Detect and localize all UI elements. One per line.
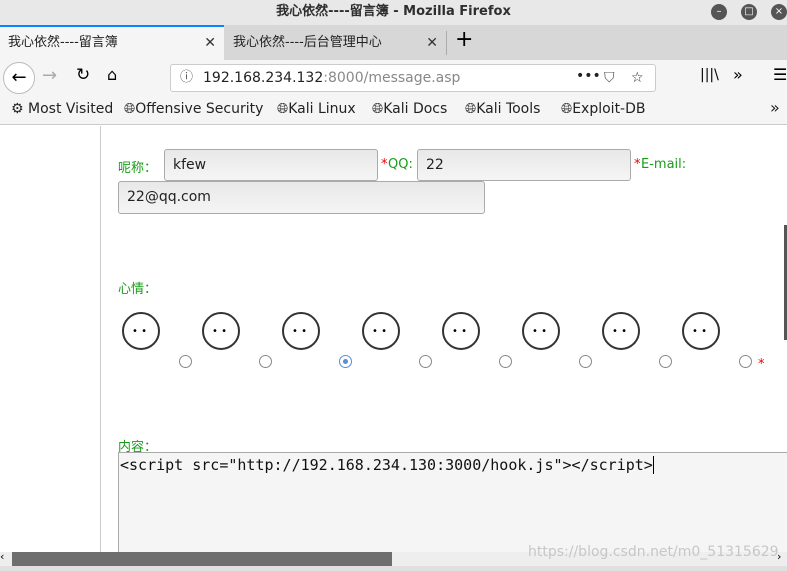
tab-label: 我心依然----后台管理中心 bbox=[233, 35, 382, 50]
mood-emoticon-icon: • • bbox=[522, 312, 560, 350]
reload-button[interactable]: ↻ bbox=[76, 65, 90, 85]
bookmarks-overflow-icon[interactable]: » bbox=[770, 98, 780, 117]
library-icon[interactable]: |||\ bbox=[700, 67, 719, 83]
globe-icon: 🌐︎ bbox=[372, 101, 384, 117]
close-tab-icon[interactable]: ✕ bbox=[204, 27, 216, 59]
content-text: <script src="http://192.168.234.130:3000… bbox=[120, 456, 653, 474]
mood-radio[interactable] bbox=[659, 355, 672, 368]
mood-radio[interactable] bbox=[579, 355, 592, 368]
email-input[interactable]: 22@qq.com bbox=[118, 181, 485, 214]
mood-emoticon-icon: • • bbox=[122, 312, 160, 350]
mood-radio[interactable] bbox=[339, 355, 352, 368]
url-path: :8000/message.asp bbox=[323, 70, 461, 86]
page-divider bbox=[100, 126, 101, 556]
mood-emoticon-icon: • • bbox=[202, 312, 240, 350]
bookmark-kali-docs[interactable]: 🌐︎Kali Docs bbox=[372, 101, 447, 117]
page-actions-icon[interactable]: ••• bbox=[576, 63, 601, 89]
url-host: 192.168.234.132 bbox=[203, 70, 324, 86]
required-mark: * bbox=[758, 357, 765, 372]
globe-icon: 🌐︎ bbox=[277, 101, 289, 117]
mood-emoticon-icon: • • bbox=[362, 312, 400, 350]
bookmark-kali-linux[interactable]: 🌐︎Kali Linux bbox=[277, 101, 356, 117]
overflow-icon[interactable]: » bbox=[733, 65, 743, 84]
watermark: https://blog.csdn.net/m0_51315629 bbox=[528, 544, 779, 560]
globe-icon: 🌐︎ bbox=[561, 101, 573, 117]
info-icon[interactable]: ⓘ bbox=[180, 65, 193, 91]
email-label: E-mail: bbox=[641, 157, 687, 172]
bookmark-offensive-security[interactable]: 🌐︎Offensive Security bbox=[124, 101, 263, 117]
mood-emoticon-icon: • • bbox=[602, 312, 640, 350]
text-cursor bbox=[652, 456, 663, 474]
bookmark-kali-tools[interactable]: 🌐︎Kali Tools bbox=[465, 101, 540, 117]
scroll-left-icon[interactable]: ‹ bbox=[0, 550, 4, 563]
mood-label: 心情： bbox=[118, 282, 158, 297]
forward-button[interactable]: → bbox=[42, 65, 57, 86]
bookmark-most-visited[interactable]: ⚙ Most Visited bbox=[11, 101, 113, 117]
bookmark-label: Kali Docs bbox=[383, 101, 448, 117]
required-mark: * bbox=[381, 157, 388, 172]
minimize-button[interactable]: – bbox=[711, 4, 727, 20]
bookmark-label: Most Visited bbox=[28, 101, 114, 117]
back-button[interactable]: ← bbox=[3, 62, 35, 94]
home-button[interactable]: ⌂ bbox=[107, 65, 117, 84]
required-mark: * bbox=[634, 157, 641, 172]
qq-input[interactable]: 22 bbox=[417, 149, 631, 181]
mood-radio[interactable] bbox=[739, 355, 752, 368]
tab-bar: 我心依然----留言簿 ✕ 我心依然----后台管理中心 ✕ + bbox=[0, 25, 787, 60]
url-bar[interactable]: ⓘ 192.168.234.132:8000/message.asp ••• ⛉… bbox=[170, 64, 656, 92]
globe-icon: 🌐︎ bbox=[465, 101, 477, 117]
tab-label: 我心依然----留言簿 bbox=[8, 35, 118, 50]
nickname-input[interactable]: kfew bbox=[164, 149, 378, 181]
pocket-icon[interactable]: ⛉ bbox=[604, 65, 615, 91]
mood-radio[interactable] bbox=[419, 355, 432, 368]
mood-radio[interactable] bbox=[259, 355, 272, 368]
window-title: 我心依然----留言簿 - Mozilla Firefox bbox=[276, 4, 511, 19]
horizontal-scroll-thumb[interactable] bbox=[12, 552, 392, 566]
window-titlebar: 我心依然----留言簿 - Mozilla Firefox bbox=[0, 0, 787, 25]
nav-bar: ← → ↻ ⌂ ⓘ 192.168.234.132:8000/message.a… bbox=[0, 60, 787, 95]
mood-radio[interactable] bbox=[499, 355, 512, 368]
close-window-button[interactable]: × bbox=[771, 4, 787, 20]
mood-emoticon-icon: • • bbox=[282, 312, 320, 350]
bookmark-star-icon[interactable]: ☆ bbox=[631, 65, 644, 91]
bookmark-label: Offensive Security bbox=[135, 101, 264, 117]
gear-icon: ⚙ bbox=[11, 101, 24, 117]
bookmark-label: Kali Tools bbox=[476, 101, 541, 117]
close-tab-icon[interactable]: ✕ bbox=[426, 31, 438, 55]
bookmark-label: Kali Linux bbox=[288, 101, 356, 117]
tab-guestbook[interactable]: 我心依然----留言簿 ✕ bbox=[0, 25, 224, 60]
mood-radio[interactable] bbox=[179, 355, 192, 368]
mood-emoticon-icon: • • bbox=[442, 312, 480, 350]
bookmark-exploit-db[interactable]: 🌐︎Exploit-DB bbox=[561, 101, 646, 117]
nickname-label: 呢称： bbox=[118, 161, 158, 176]
globe-icon: 🌐︎ bbox=[124, 101, 136, 117]
new-tab-button[interactable]: + bbox=[455, 27, 473, 52]
status-strip bbox=[0, 566, 787, 571]
mood-emoticon-icon: • • bbox=[682, 312, 720, 350]
qq-label: QQ: bbox=[388, 157, 413, 172]
menu-icon[interactable]: ☰ bbox=[773, 65, 787, 84]
tab-admin[interactable]: 我心依然----后台管理中心 ✕ bbox=[225, 31, 447, 55]
bookmarks-toolbar: ⚙ Most Visited 🌐︎Offensive Security 🌐︎Ka… bbox=[0, 95, 787, 125]
bookmark-label: Exploit-DB bbox=[572, 101, 646, 117]
maximize-button[interactable]: □ bbox=[741, 4, 757, 20]
